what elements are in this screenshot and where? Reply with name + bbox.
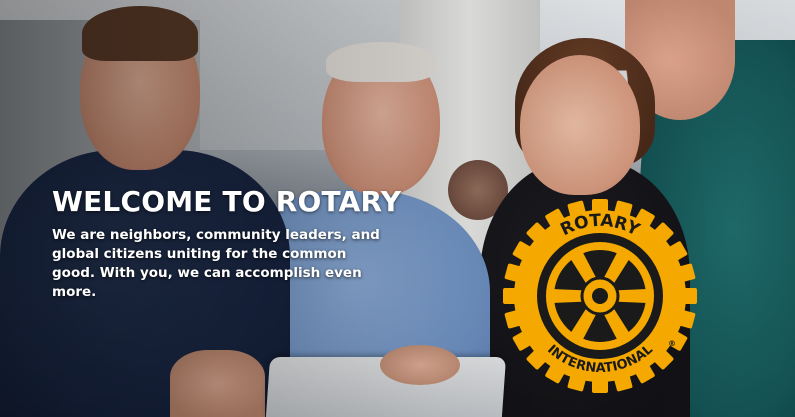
hero-headline: WELCOME TO ROTARY xyxy=(52,185,402,218)
logo-registered-mark: ® xyxy=(668,339,676,348)
rotary-wheel-logo: ROTARY INTERNATIONAL ® xyxy=(503,199,697,393)
hero-banner: WELCOME TO ROTARY We are neighbors, comm… xyxy=(0,0,795,417)
logo-hub-keyway xyxy=(592,288,608,304)
hero-tagline: We are neighbors, community leaders, and… xyxy=(52,227,380,300)
